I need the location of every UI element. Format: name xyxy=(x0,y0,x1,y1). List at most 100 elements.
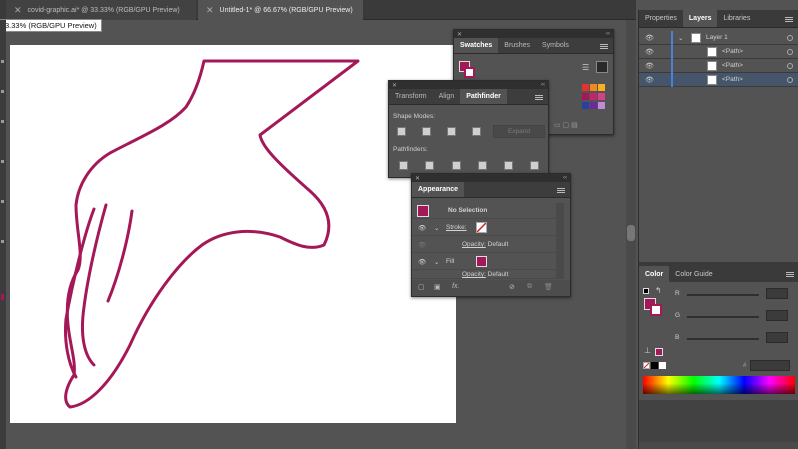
divide-icon[interactable] xyxy=(399,161,408,170)
collapse-icon[interactable]: ‹‹ xyxy=(606,31,610,37)
color-spectrum[interactable] xyxy=(643,376,795,394)
tab-brushes[interactable]: Brushes xyxy=(498,38,536,53)
eye-icon[interactable]: 👁 xyxy=(418,258,426,266)
tool-icon[interactable] xyxy=(1,60,4,63)
path-name[interactable]: <Path> xyxy=(722,76,743,83)
minus-back-icon[interactable] xyxy=(530,161,539,170)
color-swatch[interactable] xyxy=(598,93,605,100)
target-circle-icon[interactable] xyxy=(787,35,793,41)
target-circle-icon[interactable] xyxy=(787,49,793,55)
tab-swatches[interactable]: Swatches xyxy=(454,38,499,53)
target-circle-icon[interactable] xyxy=(787,63,793,69)
eye-icon[interactable]: 👁 xyxy=(418,224,426,232)
tool-icon[interactable] xyxy=(1,240,4,243)
g-slider[interactable] xyxy=(687,316,759,318)
appearance-scrollbar[interactable] xyxy=(556,203,564,279)
hex-value-field[interactable] xyxy=(750,360,790,371)
eye-icon[interactable]: 👁 xyxy=(645,62,654,70)
tab-layers[interactable]: Layers xyxy=(682,10,718,27)
eye-icon[interactable]: 👁 xyxy=(418,241,426,249)
exclude-icon[interactable] xyxy=(472,127,481,136)
minus-front-icon[interactable] xyxy=(422,127,431,136)
tab-symbols[interactable]: Symbols xyxy=(536,38,575,53)
tool-icon[interactable] xyxy=(1,200,4,203)
tab-untitled-1[interactable]: ✕ Untitled-1* @ 66.67% (RGB/GPU Preview) xyxy=(198,0,363,20)
opacity-row-2[interactable]: Opacity: Default xyxy=(412,271,564,279)
fx-icon[interactable]: fx. xyxy=(452,283,459,290)
tab-libraries[interactable]: Libraries xyxy=(717,10,756,27)
intersect-icon[interactable] xyxy=(447,127,456,136)
opacity-label[interactable]: Opacity: xyxy=(462,271,486,278)
tab-color[interactable]: Color xyxy=(639,266,670,283)
color-swatch[interactable] xyxy=(590,84,597,91)
color-swatch[interactable] xyxy=(598,84,605,91)
stroke-swatch-icon[interactable] xyxy=(464,67,475,78)
new-group-icon[interactable]: ▭ ▢ ▤ xyxy=(554,121,578,129)
color-swatch[interactable] xyxy=(582,102,589,109)
color-swatch[interactable] xyxy=(582,93,589,100)
tool-icon[interactable] xyxy=(1,120,4,123)
tab-transform[interactable]: Transform xyxy=(389,89,433,104)
collapse-icon[interactable]: ‹‹ xyxy=(563,175,567,181)
eye-icon[interactable]: 👁 xyxy=(645,34,654,42)
close-icon[interactable]: ✕ xyxy=(415,175,420,182)
stroke-label[interactable]: Stroke: xyxy=(446,224,467,231)
stroke-none-icon[interactable] xyxy=(476,222,487,233)
expand-arrow-icon[interactable]: ⌄ xyxy=(678,34,683,42)
close-icon[interactable]: ✕ xyxy=(14,5,22,16)
eye-icon[interactable]: 👁 xyxy=(645,48,654,56)
b-slider[interactable] xyxy=(687,338,759,340)
stroke-row[interactable]: 👁 ⌄ Stroke: xyxy=(412,220,564,236)
tools-strip[interactable] xyxy=(0,20,6,449)
delete-icon[interactable]: 🗑 xyxy=(544,283,553,291)
add-fill-icon[interactable]: ▣ xyxy=(434,283,441,291)
path-row[interactable]: 👁 <Path> xyxy=(639,58,798,73)
path-row[interactable]: 👁 <Path> xyxy=(639,44,798,59)
fill-row[interactable]: 👁 ⌄ Fill xyxy=(412,254,564,270)
clear-appearance-icon[interactable]: ⊘ xyxy=(509,283,515,291)
opacity-row[interactable]: 👁 Opacity: Default xyxy=(412,237,564,253)
white-swatch[interactable] xyxy=(659,362,666,369)
panel-menu-icon[interactable] xyxy=(600,44,608,49)
layer-name[interactable]: Layer 1 xyxy=(706,34,728,41)
color-swatch[interactable] xyxy=(582,84,589,91)
fill-label[interactable]: Fill xyxy=(446,258,454,265)
tab-covid-graphic[interactable]: ✕ covid-graphic.ai* @ 33.33% (RGB/GPU Pr… xyxy=(6,0,196,20)
tab-appearance[interactable]: Appearance xyxy=(412,182,465,197)
close-icon[interactable]: ✕ xyxy=(392,82,397,89)
grid-view-icon[interactable] xyxy=(596,61,608,73)
swap-colors-icon[interactable]: ↰ xyxy=(655,286,662,295)
tab-align[interactable]: Align xyxy=(433,89,461,104)
none-swatch-icon[interactable] xyxy=(643,362,650,369)
r-value-field[interactable] xyxy=(766,288,788,299)
expand-button[interactable]: Expand xyxy=(493,125,545,138)
eye-icon[interactable]: 👁 xyxy=(645,76,654,84)
path-row-selected[interactable]: 👁 <Path> xyxy=(639,72,798,87)
chevron-down-icon[interactable]: ⌄ xyxy=(434,258,439,266)
path-name[interactable]: <Path> xyxy=(722,62,743,69)
panel-menu-icon[interactable] xyxy=(535,95,543,100)
color-swatch[interactable] xyxy=(598,102,605,109)
layer-row[interactable]: 👁 ⌄ Layer 1 xyxy=(639,30,798,45)
color-swatch[interactable] xyxy=(590,93,597,100)
tool-icon[interactable] xyxy=(1,160,4,163)
trim-icon[interactable] xyxy=(425,161,434,170)
path-name[interactable]: <Path> xyxy=(722,48,743,55)
panel-menu-icon[interactable] xyxy=(785,17,793,22)
panel-menu-icon[interactable] xyxy=(557,188,565,193)
collapse-icon[interactable]: ‹‹ xyxy=(541,82,545,88)
close-icon[interactable]: ✕ xyxy=(457,31,462,38)
r-slider[interactable] xyxy=(687,294,759,296)
default-colors-icon[interactable] xyxy=(643,288,649,294)
tab-properties[interactable]: Properties xyxy=(639,10,683,27)
stroke-swatch-icon[interactable] xyxy=(650,304,662,316)
gamut-color-swatch[interactable] xyxy=(655,348,663,356)
tab-color-guide[interactable]: Color Guide xyxy=(669,266,718,283)
black-swatch[interactable] xyxy=(651,362,658,369)
fill-color-swatch[interactable] xyxy=(476,256,487,267)
hand-outline-path[interactable] xyxy=(64,59,360,409)
duplicate-icon[interactable]: ⧉ xyxy=(527,283,532,291)
out-of-gamut-icon[interactable]: ⊥ xyxy=(644,346,651,355)
chevron-down-icon[interactable]: ⌄ xyxy=(434,224,439,232)
outline-icon[interactable] xyxy=(504,161,513,170)
